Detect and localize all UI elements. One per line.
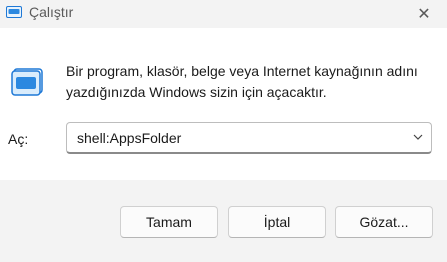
dialog-body: Bir program, klasör, belge veya Internet…: [0, 28, 447, 180]
close-icon: ✕: [417, 6, 431, 23]
dialog-footer: Tamam İptal Gözat...: [0, 180, 447, 262]
open-input-value[interactable]: shell:AppsFolder: [77, 130, 181, 146]
ok-button[interactable]: Tamam: [120, 206, 218, 238]
close-button[interactable]: ✕: [401, 0, 447, 28]
run-icon: [6, 6, 22, 18]
open-combobox[interactable]: shell:AppsFolder: [66, 122, 432, 154]
cancel-button[interactable]: İptal: [228, 206, 326, 238]
browse-button[interactable]: Gözat...: [335, 206, 433, 238]
chevron-down-icon[interactable]: [413, 133, 423, 141]
run-program-icon: [11, 68, 43, 96]
open-label: Aç:: [8, 131, 29, 147]
run-dialog: Çalıştır ✕ Bir program, klasör, belge ve…: [0, 0, 447, 262]
window-title: Çalıştır: [29, 4, 74, 20]
dialog-description: Bir program, klasör, belge veya Internet…: [66, 63, 418, 100]
title-bar: Çalıştır ✕: [0, 0, 447, 26]
